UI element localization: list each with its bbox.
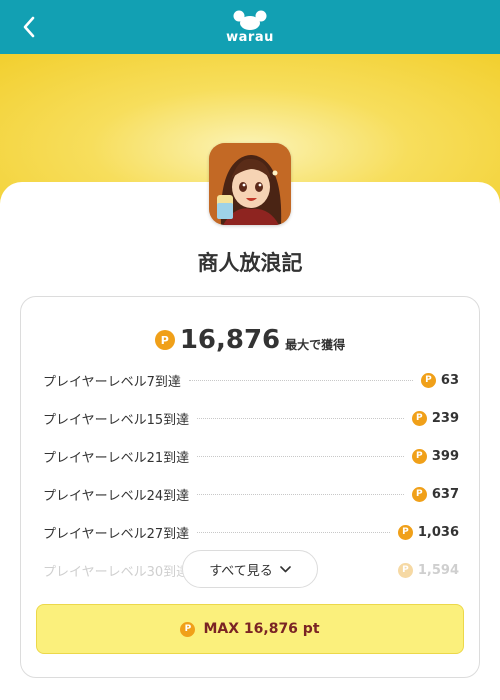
reward-row-points: P 399: [411, 448, 459, 464]
app-icon: [209, 143, 291, 225]
point-coin-icon: P: [154, 330, 175, 350]
reward-row: プレイヤーレベル27到達 P 1,036: [43, 522, 459, 542]
logo-text: warau: [226, 30, 274, 45]
reward-row-value: 1,036: [417, 524, 459, 540]
point-coin-icon: P: [420, 372, 436, 388]
reward-row-value: 1,594: [417, 562, 459, 578]
chevron-down-icon: [279, 565, 291, 572]
point-coin-icon: P: [411, 448, 427, 464]
reward-row-label: プレイヤーレベル24到達: [43, 488, 190, 504]
reward-row: プレイヤーレベル15到達 P 239: [43, 408, 459, 428]
reward-row-points: P 239: [411, 410, 459, 426]
reward-row-label: プレイヤーレベル27到達: [43, 526, 190, 542]
logo-mark-icon: [233, 10, 267, 30]
chevron-left-icon: [23, 16, 35, 38]
dotted-leader: [197, 455, 404, 457]
dotted-leader: [197, 417, 404, 419]
reward-row-label: プレイヤーレベル30到達: [43, 564, 190, 580]
reward-row-points: P 1,594: [397, 562, 459, 578]
reward-row-value: 399: [431, 448, 459, 464]
reward-row-label: プレイヤーレベル21到達: [43, 450, 190, 466]
reward-row-value: 63: [440, 372, 459, 388]
reward-row: プレイヤーレベル7到達 P 63: [43, 370, 459, 390]
total-points-value: 16,876: [179, 325, 281, 355]
reward-row-label: プレイヤーレベル15到達: [43, 412, 190, 428]
dotted-leader: [197, 531, 390, 533]
point-coin-icon: P: [397, 562, 413, 578]
reward-card: P 16,876 最大で獲得 プレイヤーレベル7到達 P 63 プレイヤーレベル…: [20, 296, 480, 678]
back-button[interactable]: [14, 12, 44, 42]
warau-logo[interactable]: warau: [226, 10, 274, 44]
reward-row-points: P 1,036: [397, 524, 459, 540]
header-bar: warau: [0, 0, 500, 54]
point-coin-icon: P: [180, 621, 196, 637]
max-points-button[interactable]: P MAX 16,876 pt: [36, 604, 464, 654]
show-all-button[interactable]: すべて見る: [182, 550, 318, 588]
reward-row-label: プレイヤーレベル7到達: [43, 374, 181, 390]
total-points: P 16,876 最大で獲得: [21, 325, 479, 355]
reward-row: プレイヤーレベル21到達 P 399: [43, 446, 459, 466]
point-coin-icon: P: [397, 524, 413, 540]
point-coin-icon: P: [411, 410, 427, 426]
point-coin-icon: P: [411, 486, 427, 502]
reward-row-value: 637: [431, 486, 459, 502]
total-points-suffix: 最大で獲得: [285, 337, 346, 352]
dotted-leader: [197, 493, 404, 495]
reward-row: プレイヤーレベル24到達 P 637: [43, 484, 459, 504]
reward-row-points: P 63: [420, 372, 459, 388]
show-all-label: すべて見る: [209, 563, 273, 579]
dotted-leader: [188, 379, 413, 381]
max-points-label: MAX 16,876 pt: [203, 621, 320, 637]
reward-row-points: P 637: [411, 486, 459, 502]
reward-row-value: 239: [431, 410, 459, 426]
app-title: 商人放浪記: [197, 251, 303, 275]
